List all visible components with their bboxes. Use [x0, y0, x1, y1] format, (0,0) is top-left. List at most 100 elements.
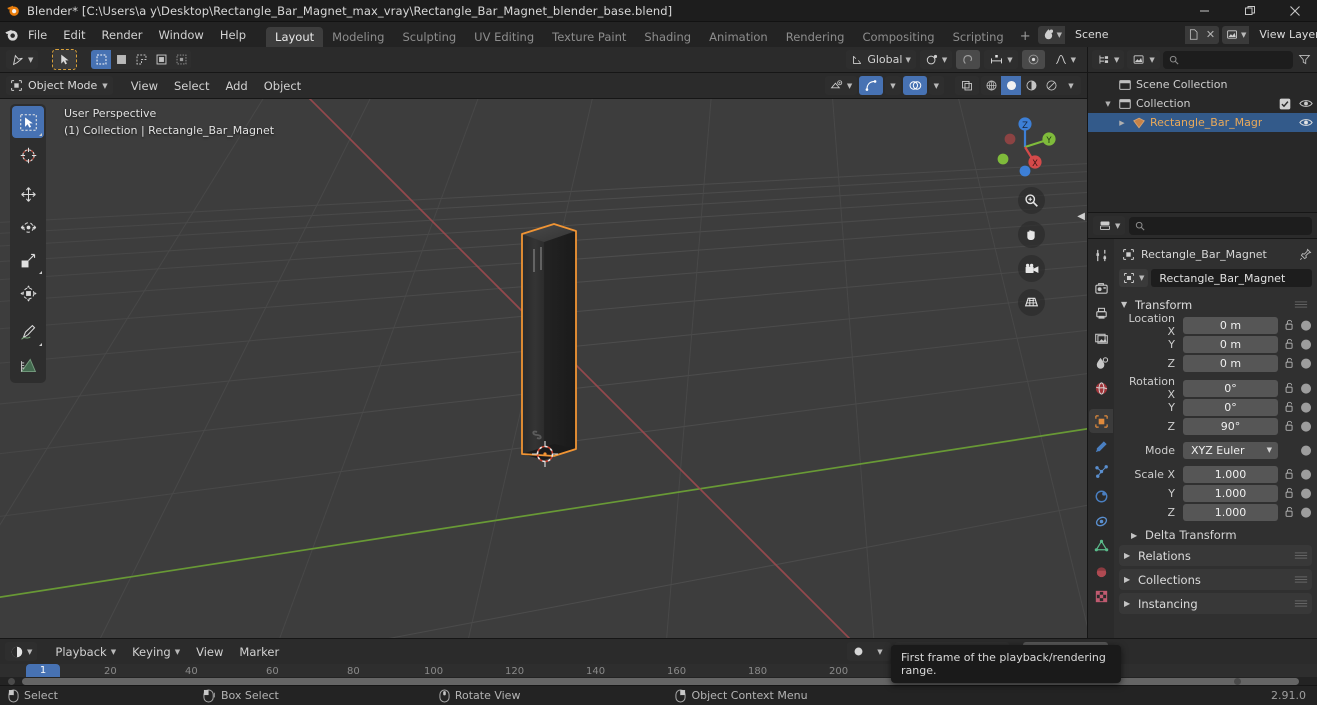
rotation-mode-selector[interactable]: XYZ Euler ▼ — [1183, 441, 1278, 459]
animate-property-dot[interactable]: ● — [1300, 356, 1312, 371]
select-invert-button[interactable] — [151, 50, 171, 69]
lock-icon[interactable] — [1282, 420, 1296, 432]
tab-world[interactable] — [1089, 376, 1113, 400]
proportional-editing-toggle[interactable] — [1021, 50, 1045, 69]
minimize-button[interactable] — [1182, 0, 1227, 22]
outliner-row-rectangle-bar-magnet[interactable]: ▶ Rectangle_Bar_Magr — [1088, 113, 1317, 132]
tab-rendering[interactable]: Rendering — [777, 27, 854, 47]
tool-select-box[interactable] — [12, 106, 44, 138]
3d-viewport[interactable]: User Perspective (1) Collection | Rectan… — [0, 99, 1087, 638]
view-layer-icon[interactable]: ▼ — [1222, 25, 1250, 44]
viewport-menu-add[interactable]: Add — [218, 77, 254, 95]
tab-layout[interactable]: Layout — [266, 27, 324, 47]
menu-window[interactable]: Window — [150, 25, 211, 45]
tab-compositing[interactable]: Compositing — [853, 27, 943, 47]
outliner-editor-type-button[interactable]: ▼ — [1092, 50, 1125, 69]
wireframe-shading-button[interactable] — [981, 76, 1001, 95]
tool-cursor[interactable] — [12, 139, 44, 171]
maximize-button[interactable] — [1227, 0, 1272, 22]
delta-transform-subpanel[interactable]: ▶ Delta Transform — [1119, 525, 1312, 545]
select-intersect-button[interactable] — [171, 50, 191, 69]
tool-measure[interactable] — [12, 349, 44, 381]
tab-texture[interactable] — [1089, 584, 1113, 608]
tab-modeling[interactable]: Modeling — [323, 27, 393, 47]
tab-shading[interactable]: Shading — [635, 27, 700, 47]
animate-property-dot[interactable]: ● — [1300, 419, 1312, 434]
disclosure-triangle-icon[interactable]: ▼ — [1102, 100, 1114, 108]
lock-icon[interactable] — [1282, 468, 1296, 480]
rotation-y-field[interactable]: 0° — [1183, 398, 1278, 416]
tweak-tool-button[interactable] — [52, 49, 78, 70]
animate-property-dot[interactable]: ● — [1300, 400, 1312, 415]
rotation-z-field[interactable]: 90° — [1183, 417, 1278, 435]
menu-help[interactable]: Help — [212, 25, 254, 45]
properties-search-input[interactable] — [1129, 216, 1312, 235]
location-z-field[interactable]: 0 m — [1183, 354, 1278, 372]
scrollbar-left-cap[interactable] — [8, 678, 15, 685]
pin-icon[interactable] — [1299, 248, 1312, 261]
toggle-perspective-button[interactable] — [1018, 289, 1045, 316]
view-layer-name[interactable]: View Layer — [1249, 25, 1317, 44]
menu-file[interactable]: File — [20, 25, 55, 45]
navigation-gizmo[interactable]: Z Y X — [985, 107, 1065, 187]
proportional-falloff-selector[interactable]: ▼ — [1049, 50, 1081, 69]
tool-transform[interactable] — [12, 277, 44, 309]
snapping-settings[interactable]: ▼ — [984, 50, 1018, 69]
collections-panel-header[interactable]: ▶ Collections — [1119, 569, 1312, 590]
scrollbar-right-cap[interactable] — [1234, 678, 1241, 685]
instancing-panel-header[interactable]: ▶ Instancing — [1119, 593, 1312, 614]
tab-uv-editing[interactable]: UV Editing — [465, 27, 543, 47]
auto-keying-toggle[interactable] — [847, 642, 869, 661]
location-x-field[interactable]: 0 m — [1183, 316, 1278, 334]
scale-x-field[interactable]: 1.000 — [1183, 465, 1278, 483]
select-extend-button[interactable] — [111, 50, 131, 69]
tab-scripting[interactable]: Scripting — [944, 27, 1013, 47]
solid-shading-button[interactable] — [1001, 76, 1021, 95]
animate-property-dot[interactable]: ● — [1300, 505, 1312, 520]
shading-settings[interactable]: ▼ — [1061, 76, 1081, 95]
tool-scale[interactable] — [12, 244, 44, 276]
timeline-menu-view[interactable]: View — [189, 643, 230, 661]
outliner-search-input[interactable] — [1162, 50, 1293, 69]
sidebar-toggle-arrow-icon[interactable]: ◀ — [1077, 211, 1085, 222]
tab-material[interactable] — [1089, 559, 1113, 583]
menu-render[interactable]: Render — [94, 25, 151, 45]
animate-property-dot[interactable]: ● — [1300, 381, 1312, 396]
interaction-mode-selector[interactable]: Object Mode ▼ — [6, 76, 113, 95]
blender-menu-icon[interactable] — [4, 24, 20, 46]
properties-editor-type-button[interactable]: ▼ — [1093, 216, 1126, 235]
scene-selector[interactable]: ▼ Scene ✕ — [1037, 25, 1219, 44]
snap-toggle-button[interactable] — [956, 50, 981, 69]
outliner-display-mode-button[interactable]: ▼ — [1127, 50, 1160, 69]
scale-z-field[interactable]: 1.000 — [1183, 503, 1278, 521]
tab-particles[interactable] — [1089, 459, 1113, 483]
tab-animation[interactable]: Animation — [700, 27, 777, 47]
xray-toggle-button[interactable] — [955, 76, 979, 95]
transform-orientation-selector[interactable]: Global ▼ — [846, 50, 916, 69]
close-button[interactable] — [1272, 0, 1317, 22]
lock-icon[interactable] — [1282, 401, 1296, 413]
viewport-menu-view[interactable]: View — [124, 77, 165, 95]
object-browse-button[interactable]: ▼ — [1119, 269, 1149, 287]
animate-property-dot[interactable]: ● — [1300, 318, 1312, 333]
tab-scene[interactable] — [1089, 351, 1113, 375]
scene-icon[interactable]: ▼ — [1037, 25, 1065, 44]
object-name-field[interactable]: Rectangle_Bar_Magnet — [1151, 269, 1312, 287]
timeline-menu-keying[interactable]: Keying ▼ — [125, 643, 187, 661]
tool-move[interactable] — [12, 178, 44, 210]
active-tool-icon[interactable]: ▼ — [6, 50, 39, 69]
scale-y-field[interactable]: 1.000 — [1183, 484, 1278, 502]
add-workspace-button[interactable]: + — [1013, 27, 1038, 47]
menu-edit[interactable]: Edit — [55, 25, 93, 45]
outliner-filter-button[interactable] — [1296, 53, 1313, 66]
outliner-row-scene-collection[interactable]: Scene Collection — [1088, 75, 1317, 94]
location-y-field[interactable]: 0 m — [1183, 335, 1278, 353]
eye-icon[interactable] — [1299, 117, 1313, 128]
timeline-menu-playback[interactable]: Playback ▼ — [48, 643, 123, 661]
visibility-selector[interactable]: ▼ — [824, 76, 858, 95]
move-view-button[interactable] — [1018, 221, 1045, 248]
tab-object[interactable] — [1089, 409, 1113, 433]
new-scene-button[interactable] — [1185, 25, 1202, 44]
disclosure-triangle-icon[interactable]: ▶ — [1116, 119, 1128, 127]
material-preview-button[interactable] — [1021, 76, 1041, 95]
